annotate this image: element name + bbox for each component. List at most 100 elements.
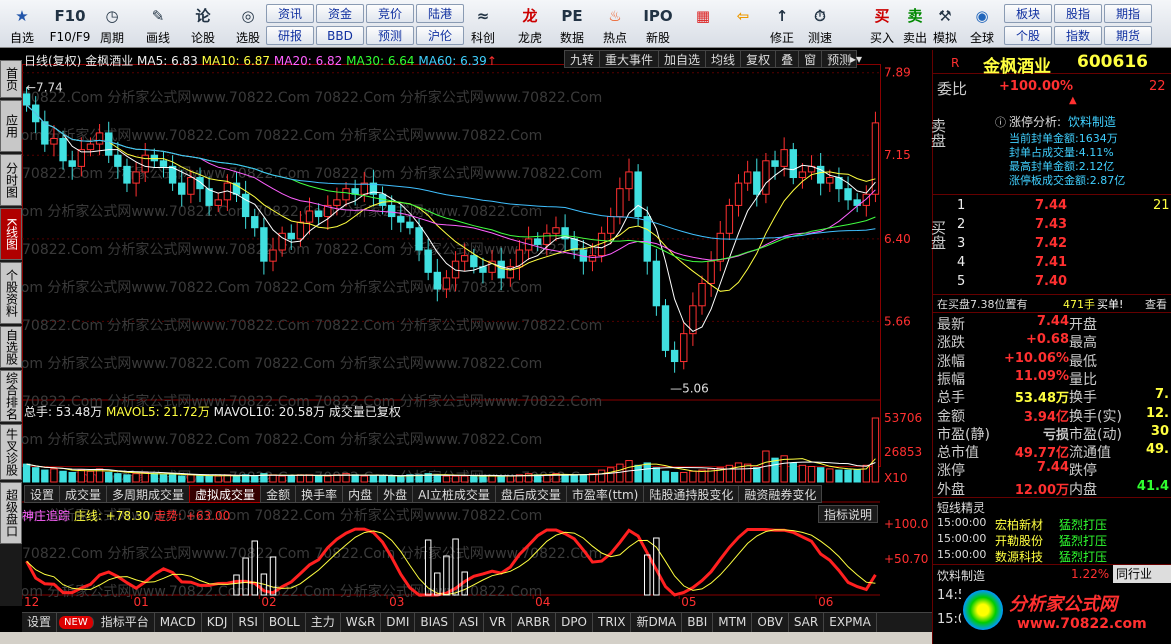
news-stock-0[interactable]: 宏柏新材 — [995, 516, 1043, 533]
chart-btn-3[interactable]: 均线 — [705, 50, 742, 68]
indicator-tab-0[interactable]: 设置 — [24, 485, 61, 503]
indicator-tab-11[interactable]: 陆股通持股变化 — [643, 485, 740, 503]
sector-peer-button[interactable]: 同行业 — [1113, 565, 1171, 583]
bottom-tab-7[interactable]: 主力 — [306, 613, 341, 632]
limit-sector-link[interactable]: 饮料制造 — [1068, 113, 1116, 130]
indicator-tab-4[interactable]: 金额 — [260, 485, 297, 503]
quick-button-6[interactable]: 预测 — [366, 26, 414, 45]
left-tab-8[interactable]: 超级盘口 — [0, 482, 22, 544]
quick-button-2[interactable]: 竞价 — [366, 4, 414, 23]
indicator-tab-10[interactable]: 市盈率(ttm) — [565, 485, 645, 503]
bottom-tab-8[interactable]: W&R — [341, 613, 382, 632]
toolbar-star-button[interactable]: ★ 自选 — [2, 2, 42, 46]
bottom-tab-19[interactable]: OBV — [752, 613, 789, 632]
toolbar-discuss-button[interactable]: 论论股 — [183, 2, 223, 46]
indicator-tab-6[interactable]: 内盘 — [342, 485, 379, 503]
quick-button-13[interactable]: 期货 — [1104, 26, 1152, 45]
indicator-tab-8[interactable]: AI立桩成交量 — [412, 485, 496, 503]
watermark-text: 70822.Com 分析家公式网www.70822.Com 70822.Com … — [22, 89, 602, 106]
indicator-tab-5[interactable]: 换手率 — [295, 485, 344, 503]
volume-bar — [844, 469, 852, 483]
toolbar-speed-button[interactable]: ⏱ 测速 — [800, 2, 840, 46]
left-tab-2[interactable]: 分时图 — [0, 154, 22, 206]
bottom-tab-11[interactable]: ASI — [454, 613, 485, 632]
chart-btn-2[interactable]: 加自选 — [658, 50, 707, 68]
left-tab-4[interactable]: 个股资料 — [0, 262, 22, 324]
toolbar-ipo-button[interactable]: IPO 新股 — [638, 2, 678, 46]
corner-controls-icon[interactable]: ▸▾ — [850, 52, 862, 66]
bottom-tab-14[interactable]: DPO — [556, 613, 593, 632]
bottom-tab-9[interactable]: DMI — [381, 613, 416, 632]
bottom-tab-2[interactable]: 指标平台 — [96, 613, 155, 632]
view-link[interactable]: 查看 — [1145, 296, 1167, 312]
toolbar-clock-button[interactable]: ◷ 周期 — [92, 2, 132, 46]
price-axis-label: 7.89 — [884, 66, 911, 80]
toolbar-back-arrow-button[interactable]: ⇦ — [723, 2, 763, 46]
bottom-tab-21[interactable]: EXPMA — [824, 613, 877, 632]
indicator-tab-9[interactable]: 盘后成交量 — [494, 485, 567, 503]
sector-pct: 1.22% — [1071, 567, 1110, 581]
chart-btn-0[interactable]: 九转 — [564, 50, 601, 68]
indicator-tab-3[interactable]: 虚拟成交量 — [189, 485, 262, 503]
left-tab-7[interactable]: 牛叉诊股 — [0, 424, 22, 480]
chart-btn-1[interactable]: 重大事件 — [599, 50, 660, 68]
toolbar-label: 科创 — [470, 31, 495, 45]
toolbar-pen-button[interactable]: ✎ 画线 — [138, 2, 178, 46]
left-tab-6[interactable]: 综合排名 — [0, 370, 22, 422]
quick-button-3[interactable]: 陆港 — [416, 4, 464, 23]
toolbar-dragon-button[interactable]: 龙龙虎 — [510, 2, 550, 46]
bottom-tab-16[interactable]: 新DMA — [631, 613, 683, 632]
bottom-tab-4[interactable]: KDJ — [202, 613, 234, 632]
toolbar-f10-button[interactable]: F10 F10/F9 — [50, 2, 91, 46]
kline-chart-area[interactable]: 70822.Com 分析家公式网www.70822.Com 70822.Com … — [22, 50, 932, 606]
bottom-tab-5[interactable]: RSI — [233, 613, 264, 632]
bottom-tab-13[interactable]: ARBR — [512, 613, 557, 632]
quick-button-4[interactable]: 研报 — [266, 26, 314, 45]
toolbar-fire-button[interactable]: ♨ 热点 — [595, 2, 635, 46]
indicator-desc-button[interactable]: 指标说明 — [818, 505, 879, 523]
indicator-tab-7[interactable]: 外盘 — [377, 485, 414, 503]
left-tab-0[interactable]: 首页 — [0, 60, 22, 98]
toolbar-select-button[interactable]: ◎ 选股 — [228, 2, 268, 46]
toolbar-hammer-button[interactable]: ⚒ 模拟 — [925, 2, 965, 46]
indicator-tab-1[interactable]: 成交量 — [59, 485, 108, 503]
chart-btn-6[interactable]: 窗 — [798, 50, 823, 68]
quick-button-9[interactable]: 股指 — [1054, 4, 1102, 23]
bottom-tab-6[interactable]: BOLL — [264, 613, 306, 632]
quick-button-0[interactable]: 资讯 — [266, 4, 314, 23]
bottom-tab-3[interactable]: MACD — [155, 613, 202, 632]
bottom-tab-20[interactable]: SAR — [789, 613, 825, 632]
toolbar-fix-button[interactable]: ↑ 修正 — [762, 2, 802, 46]
quick-button-1[interactable]: 资金 — [316, 4, 364, 23]
volume-note: 成交量已复权 — [328, 405, 401, 419]
toolbar-globe-button[interactable]: ◉ 全球 — [962, 2, 1002, 46]
indicator-tab-12[interactable]: 融资融券变化 — [738, 485, 823, 503]
bottom-tab-0[interactable]: 设置 — [22, 613, 58, 632]
quick-button-12[interactable]: 指数 — [1054, 26, 1102, 45]
quick-button-11[interactable]: 个股 — [1004, 26, 1052, 45]
bottom-tab-10[interactable]: BIAS — [415, 613, 455, 632]
toolbar-color-grid-button[interactable]: ▦ — [683, 2, 723, 46]
candle-body — [680, 333, 688, 363]
chart-btn-5[interactable]: 叠 — [775, 50, 800, 68]
toolbar-kc-button[interactable]: ≈ 科创 — [463, 2, 503, 46]
chart-btn-4[interactable]: 复权 — [740, 50, 777, 68]
bottom-tab-17[interactable]: BBI — [682, 613, 714, 632]
collapse-chevron-icon[interactable]: ▲ — [1069, 96, 1085, 106]
volume-bar — [305, 474, 314, 483]
bottom-tab-1[interactable]: NEW — [59, 616, 94, 629]
news-stock-2[interactable]: 数源科技 — [995, 548, 1043, 565]
quick-button-8[interactable]: 板块 — [1004, 4, 1052, 23]
bottom-tab-15[interactable]: TRIX — [593, 613, 632, 632]
quick-button-10[interactable]: 期指 — [1104, 4, 1152, 23]
bottom-tab-18[interactable]: MTM — [713, 613, 753, 632]
toolbar-pe-button[interactable]: PE 数据 — [552, 2, 592, 46]
indicator-tab-2[interactable]: 多周期成交量 — [106, 485, 191, 503]
left-tab-3[interactable]: K线图 — [0, 208, 22, 260]
bottom-tab-12[interactable]: VR — [484, 613, 512, 632]
news-stock-1[interactable]: 开勒股份 — [995, 532, 1043, 549]
left-tab-1[interactable]: 应用 — [0, 100, 22, 152]
quick-button-7[interactable]: 沪伦 — [416, 26, 464, 45]
left-tab-5[interactable]: 自选股 — [0, 326, 22, 368]
quick-button-5[interactable]: BBD — [316, 26, 364, 45]
